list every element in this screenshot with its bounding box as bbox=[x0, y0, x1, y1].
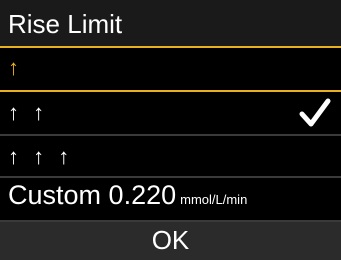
checkmark-icon bbox=[299, 98, 331, 127]
option-label: ↑ bbox=[8, 55, 23, 80]
custom-label: Custom bbox=[8, 180, 102, 210]
option-label: ↑ ↑ bbox=[8, 100, 49, 125]
rise-limit-screen: Rise Limit ↑ ↑ ↑ ↑ ↑ ↑ Custom 0.220 mmol/… bbox=[0, 0, 341, 260]
option-rise-1-arrow[interactable]: ↑ bbox=[0, 48, 341, 92]
option-label: ↑ ↑ ↑ bbox=[8, 144, 74, 169]
ok-button[interactable]: OK bbox=[0, 220, 341, 260]
custom-unit: mmol/L/min bbox=[180, 192, 248, 207]
title-bar: Rise Limit bbox=[0, 0, 341, 48]
option-rise-2-arrows[interactable]: ↑ ↑ bbox=[0, 92, 341, 136]
ok-button-label: OK bbox=[151, 225, 190, 255]
page-title: Rise Limit bbox=[8, 9, 123, 39]
option-custom[interactable]: Custom 0.220 mmol/L/min bbox=[0, 178, 341, 220]
custom-value: 0.220 bbox=[108, 180, 177, 210]
custom-option: Custom 0.220 mmol/L/min bbox=[8, 180, 247, 211]
option-rise-3-arrows[interactable]: ↑ ↑ ↑ bbox=[0, 136, 341, 178]
